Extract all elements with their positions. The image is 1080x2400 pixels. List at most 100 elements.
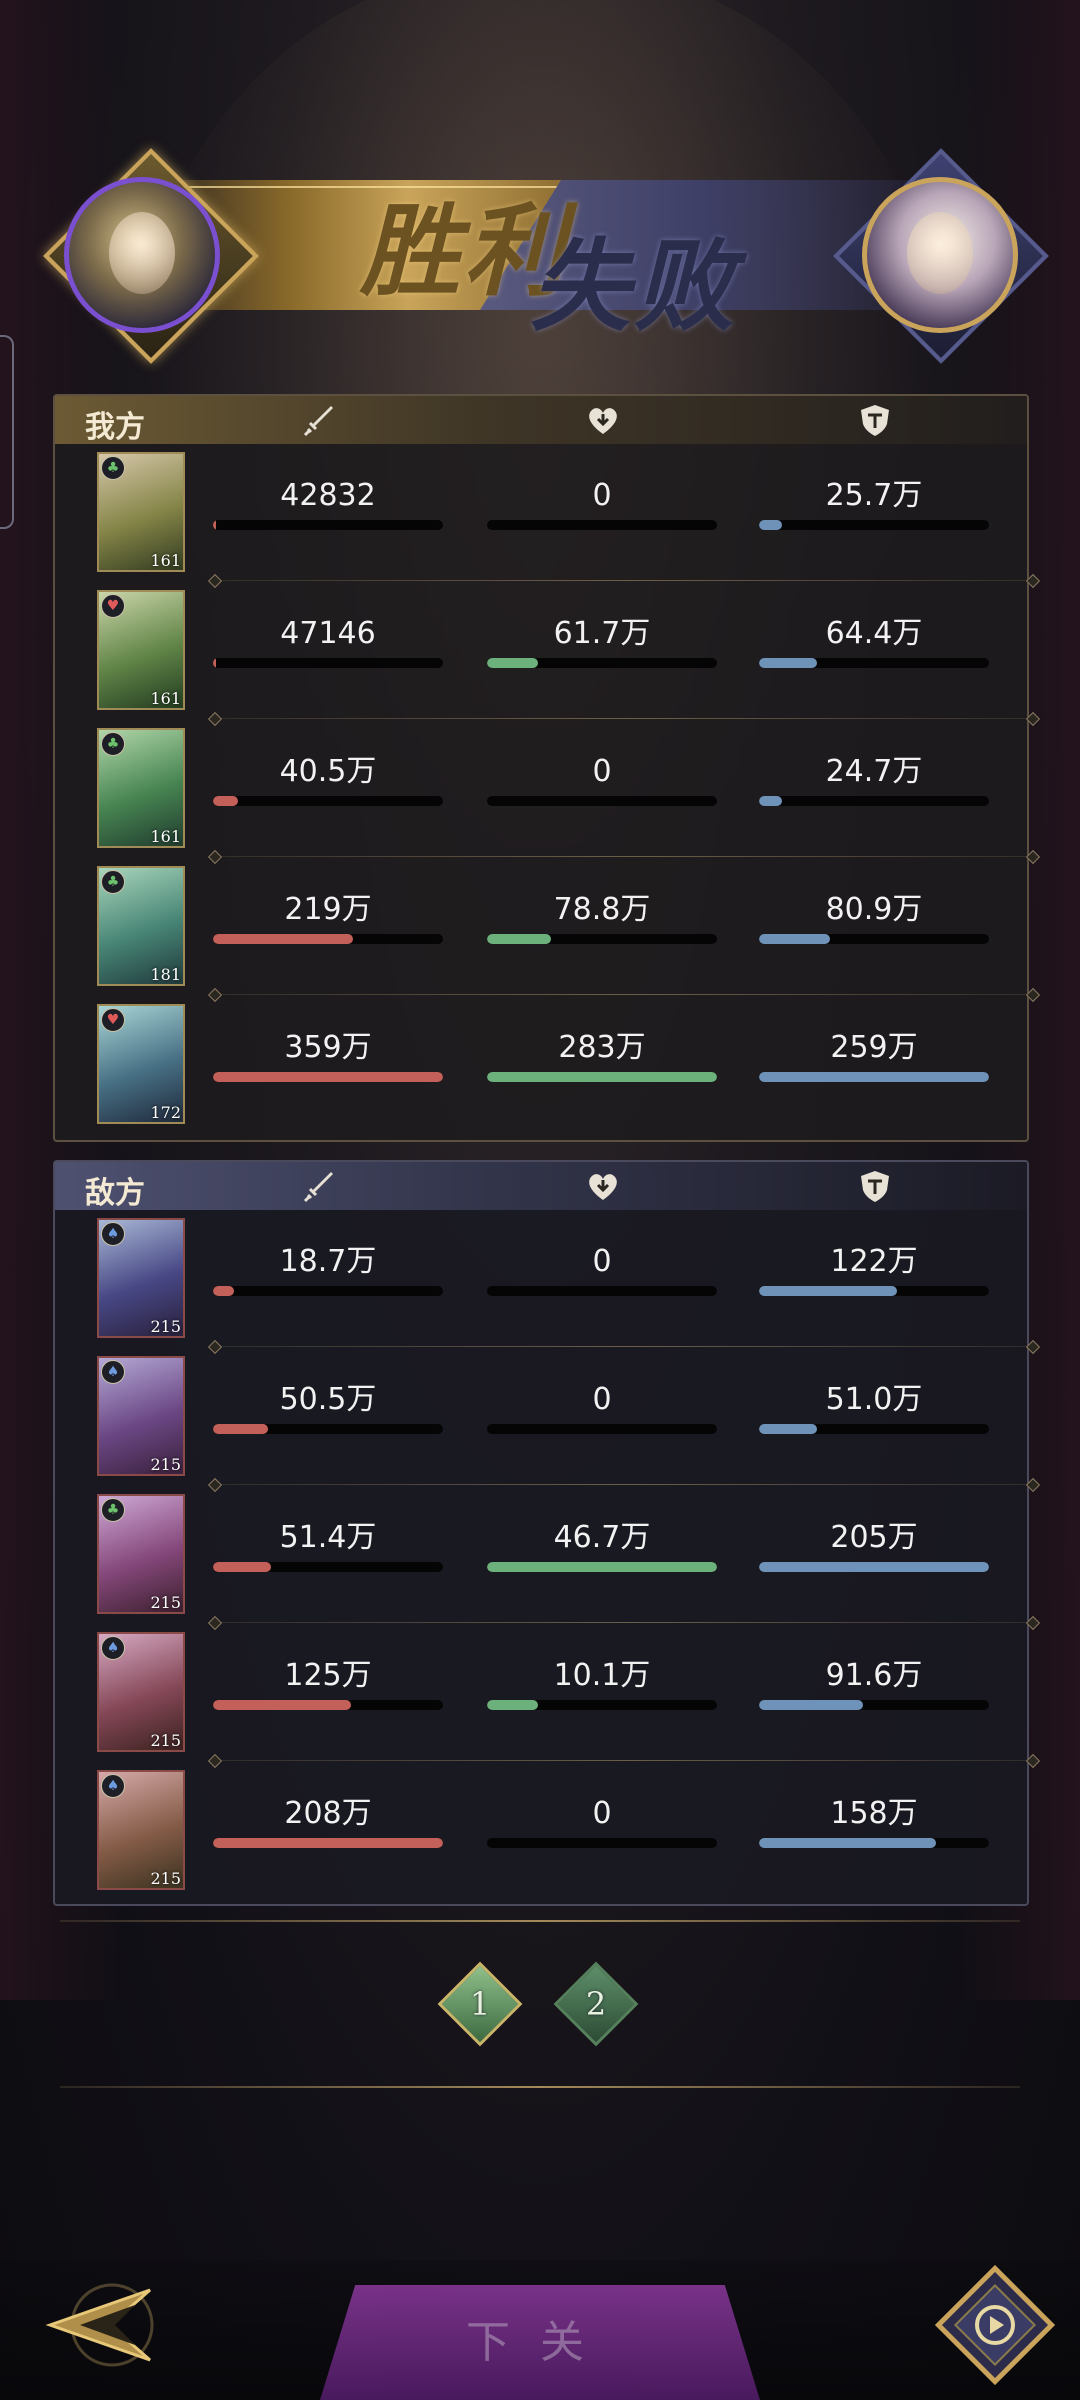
faction-icon: ♣ xyxy=(101,870,125,894)
damage-value: 18.7万 xyxy=(279,1244,377,1279)
damage-taken-bar xyxy=(759,934,989,944)
row-divider xyxy=(218,856,1038,857)
damage-bar xyxy=(213,796,443,806)
damage-bar xyxy=(213,1838,443,1848)
hero-card[interactable]: ♥ 161 xyxy=(97,590,185,710)
damage-taken-bar-fill xyxy=(759,520,782,530)
damage-taken-bar-fill xyxy=(759,1286,897,1296)
damage-taken-bar-fill xyxy=(759,1424,817,1434)
page-number: 2 xyxy=(585,1985,607,2023)
healing-stat: 0 xyxy=(487,1242,717,1296)
next-stage-button[interactable]: 下关 xyxy=(320,2285,760,2400)
pager-divider-bottom xyxy=(60,2086,1020,2088)
damage-bar-fill xyxy=(213,1838,443,1848)
damage-taken-bar xyxy=(759,1286,989,1296)
ally-hero-row: ♣ 161 42832 0 25.7万 xyxy=(55,446,1038,584)
hero-level: 172 xyxy=(150,1103,181,1122)
ally-hero-row: ♣ 161 40.5万 0 24.7万 xyxy=(55,722,1038,860)
healing-stat: 0 xyxy=(487,752,717,806)
hero-card[interactable]: ♠ 215 xyxy=(97,1770,185,1890)
hero-level: 161 xyxy=(150,689,181,708)
hero-card[interactable]: ♥ 172 xyxy=(97,1004,185,1124)
damage-taken-stat: 25.7万 xyxy=(759,476,989,530)
damage-taken-bar xyxy=(759,1424,989,1434)
replay-icon[interactable] xyxy=(935,2265,1055,2385)
damage-value: 125万 xyxy=(284,1658,372,1693)
enemy-hero-row: ♠ 215 125万 10.1万 91.6万 xyxy=(55,1626,1038,1764)
damage-value: 51.4万 xyxy=(279,1520,377,1555)
hero-card[interactable]: ♠ 215 xyxy=(97,1218,185,1338)
damage-bar xyxy=(213,1286,443,1296)
faction-icon: ♠ xyxy=(101,1222,125,1246)
shield-icon xyxy=(861,1171,889,1202)
faction-icon: ♠ xyxy=(101,1636,125,1660)
enemy-hero-portrait[interactable] xyxy=(862,177,1018,333)
damage-value: 42832 xyxy=(280,478,376,513)
defeat-text: 失败 xyxy=(530,227,738,345)
damage-taken-bar xyxy=(759,796,989,806)
healing-stat: 0 xyxy=(487,1794,717,1848)
damage-taken-stat: 259万 xyxy=(759,1028,989,1082)
faction-icon: ♠ xyxy=(101,1774,125,1798)
hero-card[interactable]: ♣ 161 xyxy=(97,452,185,572)
hero-card[interactable]: ♠ 215 xyxy=(97,1632,185,1752)
hero-card[interactable]: ♣ 181 xyxy=(97,866,185,986)
healing-bar xyxy=(487,1562,717,1572)
hero-level: 181 xyxy=(150,965,181,984)
damage-taken-bar-fill xyxy=(759,658,817,668)
hero-level: 161 xyxy=(150,551,181,570)
damage-taken-stat: 122万 xyxy=(759,1242,989,1296)
healing-stat: 46.7万 xyxy=(487,1518,717,1572)
damage-value: 50.5万 xyxy=(279,1382,377,1417)
enemy-header: 敌方 xyxy=(55,1162,1027,1211)
row-divider xyxy=(218,1484,1038,1485)
damage-bar-fill xyxy=(213,1286,234,1296)
healing-bar xyxy=(487,1700,717,1710)
faction-icon: ♣ xyxy=(101,456,125,480)
page-number: 1 xyxy=(469,1985,491,2023)
damage-taken-value: 259万 xyxy=(830,1030,918,1065)
healing-stat: 283万 xyxy=(487,1028,717,1082)
hero-level: 215 xyxy=(150,1593,181,1612)
healing-bar xyxy=(487,658,717,668)
back-arrow-icon[interactable] xyxy=(40,2270,170,2380)
healing-stat: 61.7万 xyxy=(487,614,717,668)
row-divider xyxy=(218,1346,1038,1347)
damage-value: 219万 xyxy=(284,892,372,927)
damage-bar-fill xyxy=(213,934,354,944)
healing-bar-fill xyxy=(487,658,538,668)
enemy-hero-row: ♣ 215 51.4万 46.7万 205万 xyxy=(55,1488,1038,1626)
hero-card[interactable]: ♣ 215 xyxy=(97,1494,185,1614)
enemy-hero-row: ♠ 215 50.5万 0 51.0万 xyxy=(55,1350,1038,1488)
damage-taken-stat: 80.9万 xyxy=(759,890,989,944)
pager-divider-top xyxy=(60,1920,1020,1922)
damage-bar xyxy=(213,1700,443,1710)
sword-icon xyxy=(303,406,333,437)
damage-taken-value: 64.4万 xyxy=(825,616,923,651)
damage-taken-value: 205万 xyxy=(830,1520,918,1555)
healing-value: 10.1万 xyxy=(553,1658,651,1693)
healing-bar xyxy=(487,1286,717,1296)
hero-card[interactable]: ♠ 215 xyxy=(97,1356,185,1476)
healing-stat: 0 xyxy=(487,476,717,530)
player-hero-portrait[interactable] xyxy=(64,177,220,333)
ally-hero-row: ♣ 181 219万 78.8万 80.9万 xyxy=(55,860,1038,998)
hero-level: 215 xyxy=(150,1869,181,1888)
hero-card[interactable]: ♣ 161 xyxy=(97,728,185,848)
faction-icon: ♣ xyxy=(101,1498,125,1522)
page-button-2[interactable]: 2 xyxy=(553,1961,639,2047)
damage-stat: 219万 xyxy=(213,890,443,944)
damage-bar xyxy=(213,934,443,944)
damage-taken-stat: 158万 xyxy=(759,1794,989,1848)
healing-bar xyxy=(487,796,717,806)
enemy-stats-panel: 敌方 ♠ 215 18.7万 0 122万 ♠ 215 50.5万 0 51.0万 ♣ 215 51.4… xyxy=(53,1160,1038,1906)
damage-taken-bar-fill xyxy=(759,1072,989,1082)
damage-bar xyxy=(213,1424,443,1434)
damage-bar xyxy=(213,520,443,530)
damage-taken-value: 122万 xyxy=(830,1244,918,1279)
page-button-1[interactable]: 1 xyxy=(437,1961,523,2047)
damage-stat: 18.7万 xyxy=(213,1242,443,1296)
healing-bar xyxy=(487,1072,717,1082)
damage-taken-stat: 91.6万 xyxy=(759,1656,989,1710)
damage-taken-bar-fill xyxy=(759,1838,937,1848)
